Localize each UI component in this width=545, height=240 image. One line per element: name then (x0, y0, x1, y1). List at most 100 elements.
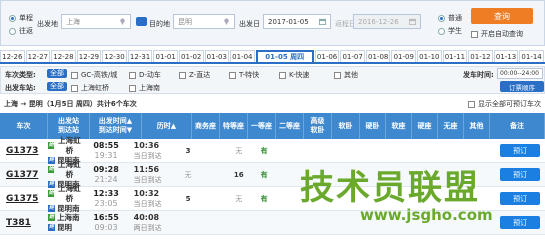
one-way-radio[interactable]: 单程 (9, 13, 33, 23)
watermark-url: www.jsgho.com (360, 206, 493, 224)
book-button[interactable]: 预订 (500, 192, 541, 205)
student-ticket-radio[interactable]: 学生 (438, 26, 462, 36)
column-header: 特等座 (220, 113, 248, 139)
from-field[interactable]: 上海 (61, 14, 131, 29)
duration-cell: 10:32 当日到达 (130, 187, 176, 210)
depart-time-label: 发车时间: (463, 71, 494, 79)
date-tab[interactable]: 01-01 (153, 50, 178, 62)
filter-t[interactable]: T-特快 (229, 70, 259, 80)
seat-availability: 有 (260, 194, 268, 203)
start-icon: 始 (48, 142, 55, 149)
seat-availability (277, 139, 302, 162)
book-button[interactable]: 预订 (500, 168, 541, 181)
filter-other[interactable]: 其他 (334, 70, 358, 80)
date-tab[interactable]: 01-04 (230, 50, 255, 62)
depart-time-select[interactable]: 00:00--24:00 (497, 68, 543, 79)
column-header: 车次 (0, 113, 48, 139)
stations-cell: 始上海南终昆明 (44, 211, 82, 234)
date-tab[interactable]: 01-02 (178, 50, 204, 62)
seat-availability (251, 211, 276, 234)
seat-availability (302, 211, 327, 234)
date-tab[interactable]: 01-05 周四 (255, 50, 314, 62)
to-field[interactable]: 昆明 (173, 14, 235, 29)
calendar-icon (319, 18, 326, 25)
date-tab[interactable]: 01-03 (204, 50, 230, 62)
date-tab[interactable]: 12-26 (0, 50, 25, 62)
return-date-field[interactable]: 2016-12-26 (353, 14, 421, 29)
seat-availability (445, 139, 495, 162)
filter-d[interactable]: D-动车 (129, 70, 161, 80)
duration: 11:56 (133, 164, 160, 174)
query-button[interactable]: 查询 (471, 8, 533, 24)
to-station: 终昆明 (48, 222, 73, 232)
date-tab[interactable]: 01-14 (519, 50, 544, 62)
start-icon: 始 (48, 214, 56, 221)
date-tab[interactable]: 01-11 (442, 50, 468, 62)
depart-date-field[interactable]: 2017-01-05 (263, 14, 331, 29)
station-all[interactable]: 全部 (47, 82, 67, 91)
column-header[interactable]: 出发时间▲ 到达时间▼ (90, 113, 142, 139)
column-header: 硬卧 (360, 113, 386, 139)
date-tab[interactable]: 01-10 (417, 50, 442, 62)
date-tab[interactable]: 01-12 (468, 50, 493, 62)
train-number[interactable]: G1373 (0, 139, 44, 162)
train-number[interactable]: T381 (0, 211, 44, 234)
depart-time: 09:28 (93, 164, 119, 174)
time-cell: 16:55 09:03 (83, 211, 130, 234)
arrival-day: 当日到达 (133, 199, 162, 208)
date-tab[interactable]: 01-13 (493, 50, 519, 62)
start-icon: 始 (48, 190, 55, 197)
date-tab[interactable]: 12-29 (76, 50, 102, 62)
sort-order-button[interactable]: 订票顺序 (500, 81, 544, 92)
seat-availability: 5 (185, 194, 191, 203)
date-tab[interactable]: 12-30 (102, 50, 127, 62)
from-station: 始上海虹桥 (48, 183, 81, 203)
date-tab[interactable]: 01-08 (365, 50, 391, 62)
seat-availability (375, 139, 399, 162)
from-station: 始上海虹桥 (48, 135, 81, 155)
auto-query-checkbox[interactable]: 开启自动查询 (471, 29, 523, 39)
filter-z[interactable]: Z-直达 (179, 70, 210, 80)
arrive-time: 21:24 (94, 174, 118, 184)
filter-gc[interactable]: GC-高铁/城 (71, 70, 117, 80)
show-all-checkbox[interactable]: 显示全部可预订车次 (468, 99, 541, 109)
date-tab[interactable]: 12-31 (127, 50, 153, 62)
date-tab[interactable]: 12-28 (51, 50, 76, 62)
date-tab[interactable]: 12-27 (25, 50, 51, 62)
column-header[interactable]: 历时▲ (142, 113, 192, 139)
date-tab[interactable]: 01-07 (340, 50, 365, 62)
date-tab[interactable]: 01-09 (391, 50, 417, 62)
seat-availability (398, 139, 422, 162)
column-header: 二等座 (276, 113, 304, 139)
filter-k[interactable]: K-快速 (279, 70, 309, 80)
filter-station-hongqiao[interactable]: 上海虹桥 (71, 83, 109, 93)
train-type-all[interactable]: 全部 (47, 69, 67, 78)
date-tab[interactable]: 01-06 (314, 50, 340, 62)
seat-availability (277, 211, 302, 234)
filter-station-south[interactable]: 上海南 (129, 83, 160, 93)
seat-availability: 无 (184, 170, 192, 179)
book-button[interactable]: 预订 (500, 216, 541, 229)
round-trip-radio[interactable]: 往返 (9, 26, 33, 36)
seat-availability (422, 139, 446, 162)
column-header: 备注 (490, 113, 545, 139)
arrival-day: 两日到达 (133, 223, 162, 232)
swap-stations-icon[interactable] (136, 17, 147, 26)
depart-time: 08:55 (93, 140, 119, 150)
train-number[interactable]: G1377 (0, 163, 44, 186)
location-pin-icon (120, 18, 125, 25)
depart-time: 12:33 (93, 188, 119, 198)
book-cell: 预订 (495, 139, 545, 162)
seat-availability (277, 163, 302, 186)
book-button[interactable]: 预订 (500, 144, 541, 157)
normal-ticket-radio[interactable]: 普通 (438, 13, 462, 23)
seat-availability (302, 139, 327, 162)
column-header: 其他 (464, 113, 490, 139)
seat-availability (201, 139, 226, 162)
train-number[interactable]: G1375 (0, 187, 44, 210)
arrive-time: 09:03 (94, 222, 118, 232)
duration: 10:32 (133, 188, 160, 198)
book-cell: 预订 (495, 187, 545, 210)
from-station: 始上海南 (48, 212, 80, 222)
duration: 10:36 (133, 140, 160, 150)
